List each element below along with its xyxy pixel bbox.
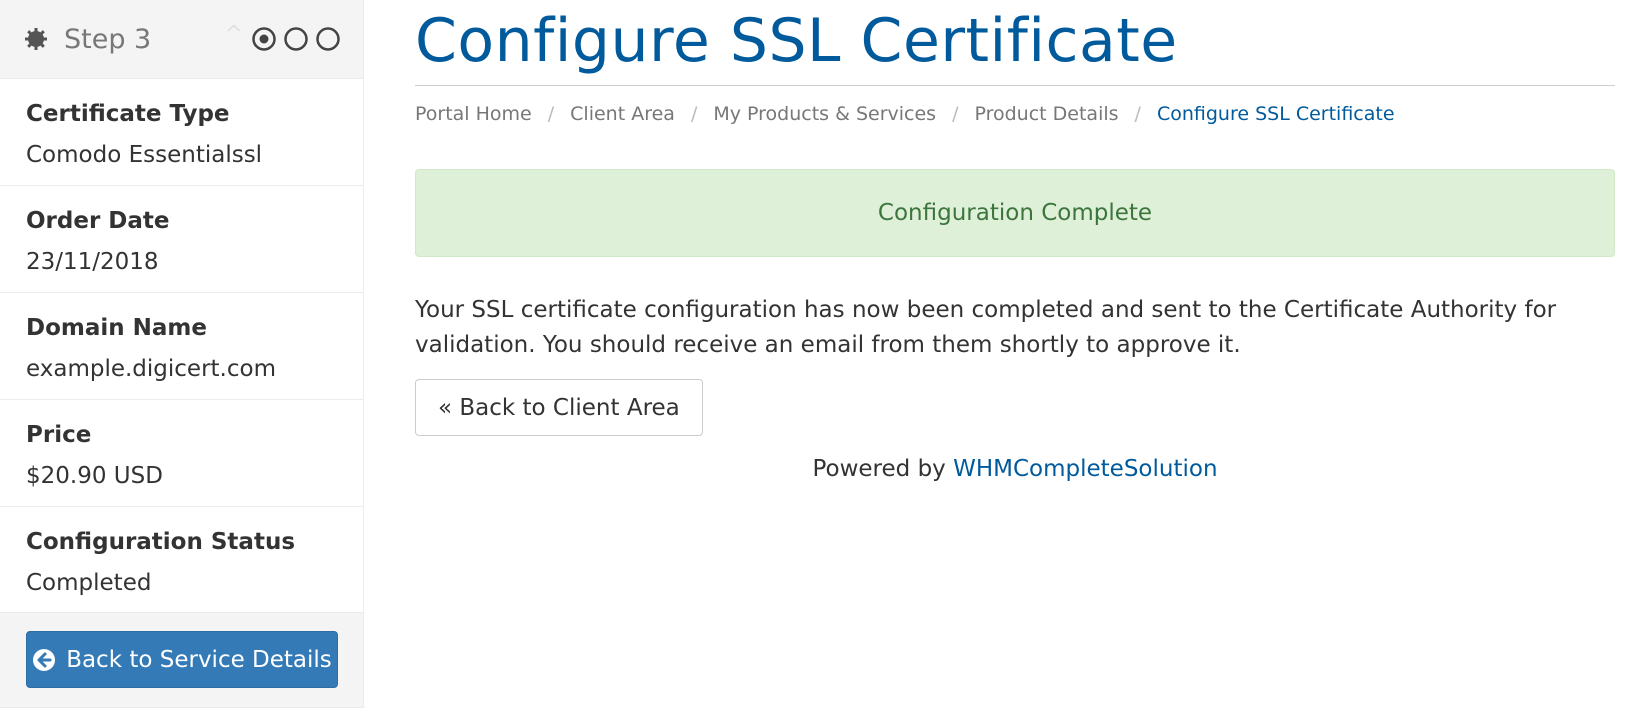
- whmcs-link[interactable]: WHMCompleteSolution: [953, 456, 1217, 482]
- info-certificate-type: Certificate Type Comodo Essentialssl: [0, 78, 363, 185]
- breadcrumb-portal-home[interactable]: Portal Home: [415, 103, 532, 125]
- breadcrumb-current: Configure SSL Certificate: [1156, 103, 1395, 125]
- step-dot-icon: [316, 27, 340, 51]
- info-label: Configuration Status: [26, 529, 296, 555]
- breadcrumb-separator: /: [547, 103, 555, 125]
- step-dot-icon: [284, 27, 308, 51]
- main-content: Configure SSL Certificate Portal Home / …: [415, 0, 1615, 482]
- step-dot-active-icon: [252, 27, 276, 51]
- back-to-client-area-button[interactable]: « Back to Client Area: [415, 379, 703, 436]
- arrow-circle-left-icon: [32, 648, 56, 672]
- info-value: $20.90 USD: [26, 463, 163, 489]
- step-label: Step 3: [64, 23, 152, 55]
- info-label: Price: [26, 422, 92, 448]
- info-label: Order Date: [26, 208, 170, 234]
- page-title: Configure SSL Certificate: [415, 0, 1615, 86]
- sidebar-footer: Back to Service Details: [0, 612, 363, 707]
- info-order-date: Order Date 23/11/2018: [0, 185, 363, 292]
- step-header: Step 3 ^: [0, 0, 363, 78]
- step-progress: ^: [225, 24, 341, 52]
- back-to-service-details-button[interactable]: Back to Service Details: [26, 631, 338, 688]
- chevron-up-icon[interactable]: ^: [225, 24, 243, 46]
- info-value: Comodo Essentialssl: [26, 142, 263, 168]
- completion-message: Your SSL certificate configuration has n…: [415, 297, 1557, 358]
- info-price: Price $20.90 USD: [0, 399, 363, 506]
- breadcrumb-my-products-services[interactable]: My Products & Services: [713, 103, 936, 125]
- powered-by-footer: Powered by WHMCompleteSolution: [415, 456, 1615, 482]
- breadcrumb-separator: /: [1134, 103, 1141, 125]
- info-domain-name: Domain Name example.digicert.com: [0, 292, 363, 399]
- info-value: example.digicert.com: [26, 356, 276, 382]
- info-label: Domain Name: [26, 315, 207, 341]
- info-label: Certificate Type: [26, 101, 230, 127]
- success-alert: Configuration Complete: [415, 169, 1615, 257]
- powered-by-text: Powered by: [812, 456, 954, 482]
- info-value: 23/11/2018: [26, 249, 159, 275]
- info-value: Completed: [26, 570, 152, 596]
- breadcrumb-separator: /: [952, 103, 959, 125]
- breadcrumb-separator: /: [690, 103, 698, 125]
- button-label: Back to Service Details: [66, 646, 332, 673]
- breadcrumb-product-details[interactable]: Product Details: [974, 103, 1118, 125]
- breadcrumb-client-area[interactable]: Client Area: [570, 103, 675, 125]
- info-configuration-status: Configuration Status Completed: [0, 506, 363, 613]
- breadcrumb: Portal Home / Client Area / My Products …: [415, 102, 1615, 126]
- gear-icon: [24, 26, 50, 52]
- sidebar: Step 3 ^ Certificate Type Comodo Essenti…: [0, 0, 364, 708]
